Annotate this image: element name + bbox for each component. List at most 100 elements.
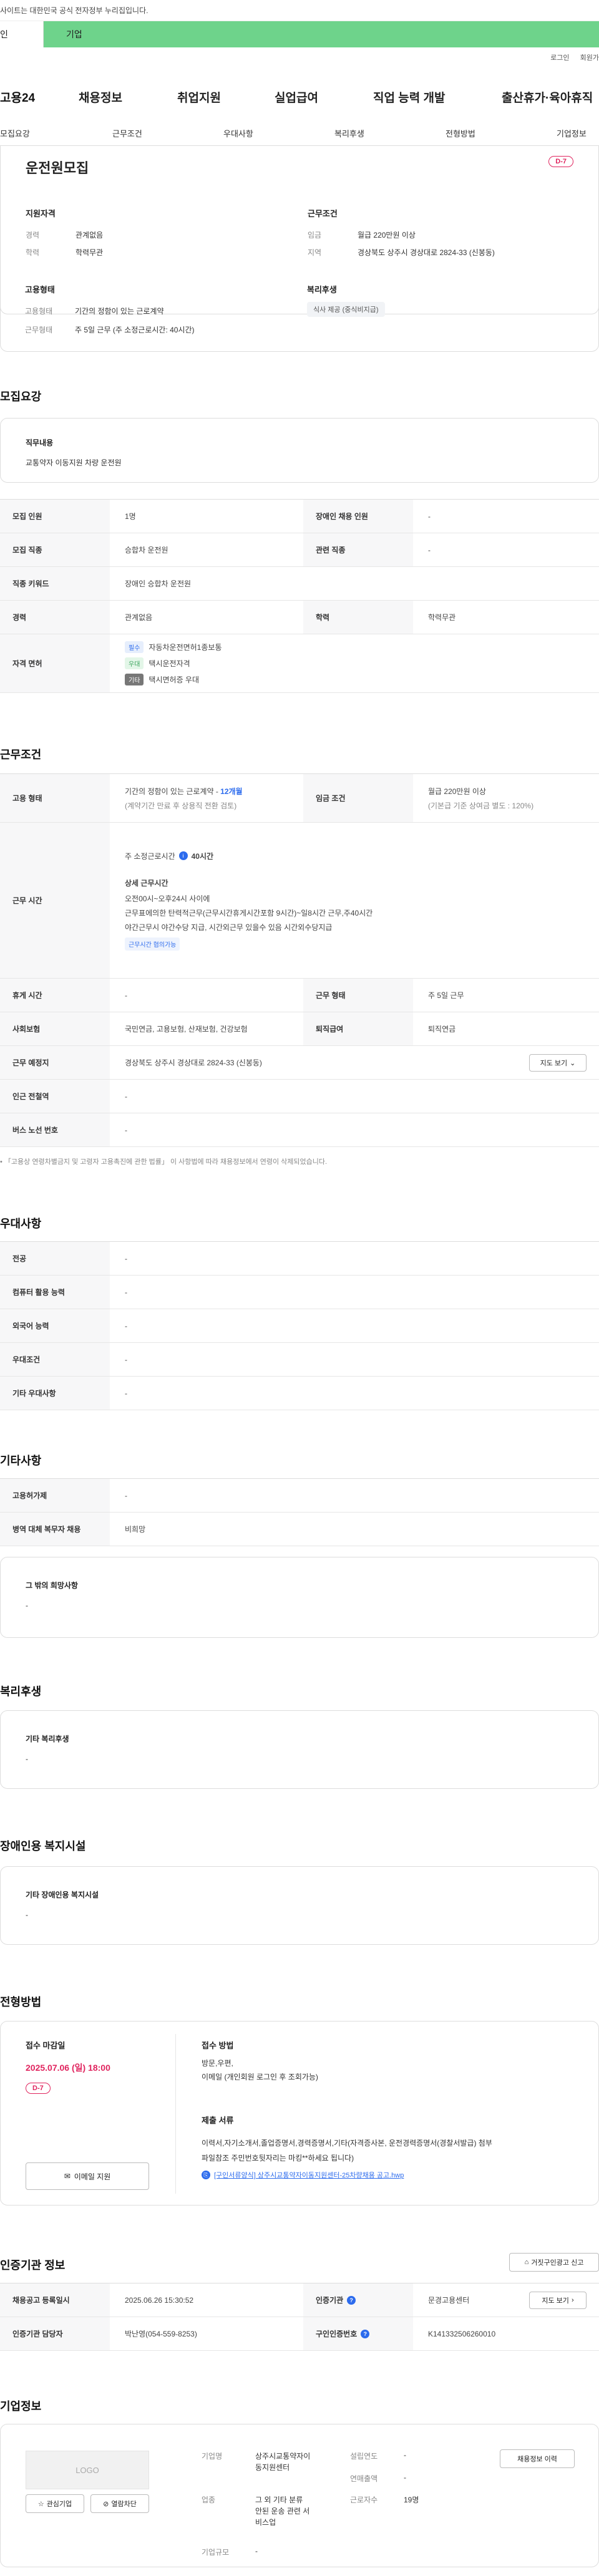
industry-line: 안된 운송 관련 서 <box>255 2507 310 2515</box>
favorite-company-button[interactable]: ☆ 관심기업 <box>26 2494 84 2513</box>
gov-notice-text: 사이트는 대한민국 공식 전자정부 누리집입니다. <box>0 6 149 15</box>
row-label: 경력 <box>0 601 110 634</box>
disab-card: 기타 장애인용 복지시설 - <box>0 1866 599 1945</box>
detail-hours-line: 오전00시~오후24시 사이에 <box>125 894 210 903</box>
nav-jobs[interactable]: 채용정보 <box>79 89 122 105</box>
bullet-icon: • <box>0 1158 4 1166</box>
site-logo[interactable]: 고용24 <box>0 89 35 105</box>
table-row: 사회보험 국민연금, 고용보험, 산재보험, 건강보험 퇴직급여 퇴직연금 <box>0 1012 599 1046</box>
edu-value: 학력무관 <box>75 248 104 257</box>
sales-value: - <box>404 2473 406 2482</box>
row-label: 우대조건 <box>0 1343 110 1376</box>
row-label: 자격 면허 <box>0 634 110 692</box>
subnav-process[interactable]: 전형방법 <box>446 127 475 139</box>
row-label: 장애인 채용 인원 <box>303 500 413 533</box>
row-label: 컴퓨터 활용 능력 <box>0 1276 110 1309</box>
subnav-welfare[interactable]: 복리후생 <box>334 127 364 139</box>
info-icon[interactable]: i <box>178 851 188 860</box>
report-fake-ad-label: 거짓구인광고 신고 <box>531 2259 584 2267</box>
docs-line: 이력서,자기소개서,졸업증명서,경력증명서,기타(자격증사본, 운전경력증명서(… <box>202 2139 492 2147</box>
row-value: - <box>125 1092 127 1101</box>
row-value: - <box>125 1355 127 1364</box>
company-card: LOGO ☆ 관심기업 ⊘ 열람차단 기업명 상주시교통약자이 동지원센터 업종 그 … <box>0 2424 599 2567</box>
row-value: 1명 <box>125 512 136 521</box>
career-label: 경력 <box>26 231 40 240</box>
block-view-button[interactable]: ⊘ 열람차단 <box>90 2494 149 2513</box>
org-label: 인증기관 <box>316 2296 344 2305</box>
table-row: 근무 시간 주 소정근로시간 i 40시간 상세 근무시간 오전00시~오후24… <box>0 823 599 979</box>
nav-employment-support[interactable]: 취업지원 <box>177 89 221 105</box>
row-label: 휴게 시간 <box>0 979 110 1012</box>
row-value: - <box>125 990 127 1000</box>
nav-unemployment-benefit[interactable]: 실업급여 <box>275 89 318 105</box>
row-label: 퇴직급여 <box>303 1012 413 1045</box>
table-row: 기타 우대사항 - <box>0 1377 599 1410</box>
wish-label: 그 밖의 희망사항 <box>26 1581 78 1590</box>
license-item: 우대 택시운전자격 <box>125 657 190 669</box>
subnav-company[interactable]: 기업정보 <box>557 127 587 139</box>
industry-line: 그 외 기타 분류 <box>255 2496 303 2504</box>
tab-individual[interactable]: 인 <box>0 21 44 47</box>
attachment-link[interactable]: ⎘ [구인서류양식] 상주시교통약자이동지원센터-25차량채용 공고.hwp <box>202 2170 404 2180</box>
tab-company[interactable]: 기업 <box>44 21 599 47</box>
qual-heading: 지원자격 <box>26 209 56 218</box>
util-menu: 로그인 회원가 <box>542 52 599 62</box>
founded-value: - <box>404 2451 406 2459</box>
nav-training[interactable]: 직업 능력 개발 <box>373 89 445 105</box>
map-button[interactable]: 지도 보기 ⌄ <box>529 1054 587 1072</box>
signup-link[interactable]: 회원가 <box>580 54 599 62</box>
row-label: 근무 예정지 <box>0 1046 110 1079</box>
table-row: 인근 전철역 - <box>0 1080 599 1113</box>
row-label: 관련 직종 <box>303 533 413 566</box>
table-row: 고용허가제 - <box>0 1479 599 1513</box>
info-icon[interactable]: ? <box>361 2329 370 2338</box>
wish-card: 그 밖의 희망사항 - <box>0 1557 599 1638</box>
contract-period: 12개월 <box>220 787 243 796</box>
subnav-recruit[interactable]: 모집요강 <box>0 127 30 139</box>
welfare-label: 기타 복리후생 <box>26 1735 69 1743</box>
disab-heading: 장애인용 복지시설 <box>0 1840 86 1852</box>
job-history-button[interactable]: 채용정보 이력 <box>500 2449 575 2468</box>
row-value: 2025.06.26 15:30:52 <box>125 2295 194 2305</box>
company-name: 상주시교통약자이동지원센터 <box>255 2451 310 2473</box>
num-label: 구인인증번호 <box>316 2330 358 2338</box>
email-apply-button[interactable]: ✉ 이메일 지원 <box>26 2162 149 2190</box>
emp-type-text: 기간의 정함이 있는 근로계약 - <box>125 787 221 796</box>
nav-parental-leave[interactable]: 출산휴가·육아휴직 <box>502 89 593 105</box>
row-value: 관계없음 <box>125 613 153 622</box>
license-item: 필수 자동차운전면허1종보통 <box>125 641 222 653</box>
agency-map-button[interactable]: 지도 보기 › <box>529 2292 587 2309</box>
etc-table: 고용허가제 - 병역 대체 복무자 채용 비희망 <box>0 1478 599 1546</box>
row-value: 비희망 <box>125 1525 146 1534</box>
info-icon[interactable]: ? <box>347 2295 356 2305</box>
company-name-label: 기업명 <box>202 2452 223 2461</box>
chevron-right-icon: › <box>571 2297 574 2304</box>
employees-value: 19명 <box>404 2496 419 2504</box>
process-dday-badge: D-7 <box>26 2083 51 2094</box>
license-text: 택시면허증 우대 <box>149 675 200 684</box>
section-nav: 모집요강 근무조건 우대사항 복리후생 전형방법 기업정보 <box>0 120 599 146</box>
company-name-line: 상주시교통약자이 <box>255 2452 311 2461</box>
map-button-label: 지도 보기 <box>540 1060 568 1067</box>
agency-table: 채용공고 등록일시 2025.06.26 15:30:52 인증기관? 문경고용… <box>0 2283 599 2351</box>
house-icon: ⌂ <box>524 2259 529 2266</box>
row-label: 고용 형태 <box>0 774 110 822</box>
company-heading: 기업정보 <box>0 2400 42 2413</box>
row-value: 장애인 승합차 운전원 <box>125 579 192 588</box>
chevron-down-icon: ⌄ <box>570 1059 576 1067</box>
row-label: 임금 조건 <box>303 774 413 822</box>
subnav-conditions[interactable]: 근무조건 <box>112 127 142 139</box>
row-value: - <box>125 1254 127 1263</box>
etc-heading: 기타사항 <box>0 1455 42 1467</box>
login-link[interactable]: 로그인 <box>550 54 569 62</box>
license-text: 자동차운전면허1종보통 <box>149 643 222 652</box>
table-row: 휴게 시간 - 근무 형태 주 5일 근무 <box>0 979 599 1012</box>
row-value: 국민연금, 고용보험, 산재보험, 건강보험 <box>125 1025 248 1034</box>
company-name-line: 동지원센터 <box>255 2463 290 2472</box>
attachment-filename[interactable]: [구인서류양식] 상주시교통약자이동지원센터-25차량채용 공고.hwp <box>214 2170 404 2180</box>
table-row: 근무 예정지 경상북도 상주시 경상대로 2824-33 (신봉동) 지도 보기… <box>0 1046 599 1080</box>
subnav-preference[interactable]: 우대사항 <box>223 127 253 139</box>
report-fake-ad-button[interactable]: ⌂ 거짓구인광고 신고 <box>509 2253 599 2272</box>
size-value: - <box>255 2547 258 2555</box>
row-value: - <box>125 1125 127 1135</box>
